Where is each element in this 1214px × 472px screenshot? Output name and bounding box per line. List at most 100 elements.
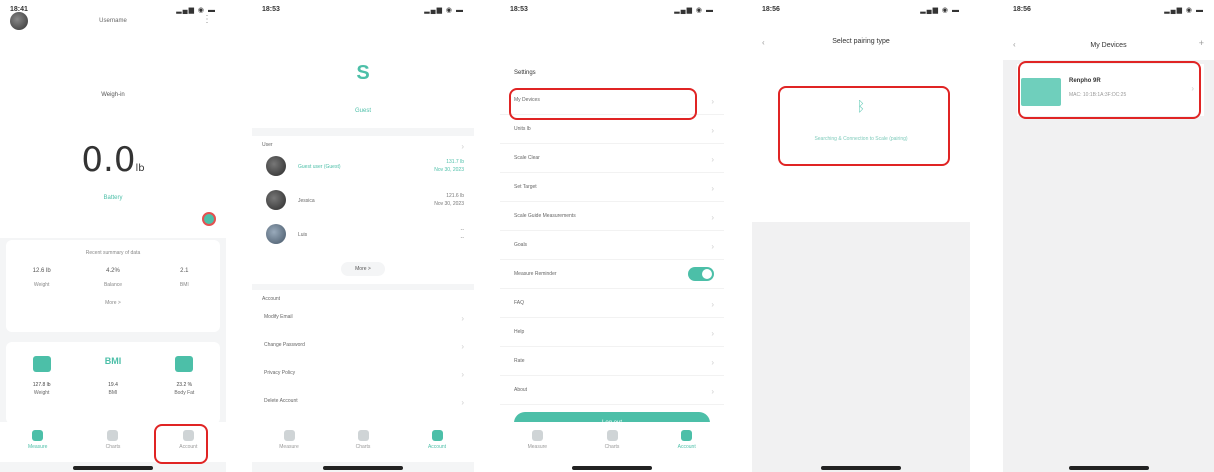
user-weight: 121.6 lb Nov 30, 2023 (434, 192, 464, 208)
user-row[interactable]: Luis -- -- (252, 216, 474, 250)
status-icons: ▂▄▆ ◉ ▬ (424, 7, 464, 14)
stat-label: Weight (33, 390, 50, 396)
summary-value: 2.1 (180, 268, 189, 274)
settings-item-help[interactable]: Help › (500, 318, 724, 347)
chevron-right-icon: › (461, 314, 464, 323)
settings-item-set-target[interactable]: Set Target › (500, 173, 724, 202)
settings-title: Settings (514, 70, 536, 76)
account-item-privacy-policy[interactable]: Privacy Policy › (252, 358, 474, 386)
settings-item-label: About (514, 387, 528, 393)
account-item-label: Change Password (264, 342, 305, 348)
home-indicator (323, 466, 403, 470)
page-title: Select pairing type (832, 38, 890, 45)
user-name: Jessica (298, 198, 315, 204)
tab-charts[interactable]: Charts (575, 422, 650, 462)
status-icons: ▂▄▆ ◉ ▬ (176, 7, 216, 14)
settings-item-label: Help (514, 329, 525, 335)
calendar-icon (175, 356, 194, 372)
chevron-right-icon: › (461, 370, 464, 379)
chevron-right-icon: › (461, 342, 464, 351)
highlight-pairing (778, 86, 950, 166)
edit-fab-icon[interactable] (202, 212, 216, 226)
tab-account[interactable]: Account (400, 422, 474, 462)
weight-unit: lb (135, 163, 145, 174)
account-item-change-password[interactable]: Change Password › (252, 330, 474, 358)
tab-label: Charts (604, 444, 620, 450)
user-name: Guest user (Guest) (298, 164, 341, 170)
account-title: Account (262, 296, 281, 302)
status-icons: ▂▄▆ ◉ ▬ (920, 7, 960, 14)
tab-label: Measure (27, 444, 48, 450)
settings-item-label: Set Target (514, 184, 537, 190)
screen-settings: 18:53 ▂▄▆ ◉ ▬ Settings My Devices › Units… (500, 0, 724, 472)
stat-value: 23.2 % (176, 382, 193, 388)
settings-item-label: Scale Clear (514, 155, 540, 161)
summary-card: Recent summary of data 12.6 lb Weight 4.2… (6, 240, 220, 332)
home-indicator (821, 466, 901, 470)
summary-value: 4.2% (106, 268, 120, 274)
settings-item-scale-guide[interactable]: Scale Guide Measurements › (500, 202, 724, 231)
settings-item-scale-clear[interactable]: Scale Clear › (500, 144, 724, 173)
chevron-right-icon: › (711, 97, 714, 106)
summary-more-link[interactable]: More > (6, 300, 220, 306)
home-header: 18:41 ▂▄▆ ◉ ▬ Username ⋮ Weigh-in 0.0lb … (0, 0, 226, 238)
user-date: Nov 30, 2023 (434, 167, 464, 173)
settings-item-about[interactable]: About › (500, 376, 724, 405)
chevron-right-icon: › (461, 398, 464, 407)
tab-label: Account (427, 444, 447, 450)
settings-item-rate[interactable]: Rate › (500, 347, 724, 376)
chevron-right-icon: › (711, 300, 714, 309)
summary-cell: 2.1 BMI (149, 268, 220, 288)
summary-cell: 12.6 lb Weight (6, 268, 77, 288)
chevron-right-icon: › (711, 387, 714, 396)
chevron-right-icon: › (711, 242, 714, 251)
tab-account[interactable]: Account (649, 422, 724, 462)
settings-item-label: Goals (514, 242, 528, 248)
summary-label: Balance (103, 282, 123, 288)
account-item-modify-email[interactable]: Modify Email › (252, 302, 474, 330)
tab-charts[interactable]: Charts (326, 422, 400, 462)
status-bar: 18:41 ▂▄▆ ◉ ▬ (8, 6, 218, 16)
account-item-label: Privacy Policy (264, 370, 296, 376)
chevron-right-icon: › (711, 213, 714, 222)
tab-measure[interactable]: Measure (0, 422, 75, 462)
account-section: Account Modify Email › Change Password › P… (252, 290, 474, 430)
account-item-delete-account[interactable]: Delete Account › (252, 386, 474, 414)
more-users-button[interactable]: More > (341, 262, 385, 276)
status-bar: 18:56 ▂▄▆ ◉ ▬ (760, 6, 962, 16)
user-row[interactable]: Jessica 121.6 lb Nov 30, 2023 (252, 182, 474, 216)
more-icon[interactable]: ⋮ (202, 14, 212, 25)
summary-label: Weight (33, 282, 50, 288)
user-weight-value: 131.7 lb (446, 159, 464, 165)
settings-item-faq[interactable]: FAQ › (500, 289, 724, 318)
tab-measure[interactable]: Measure (500, 422, 575, 462)
app-logo-icon: S (356, 62, 370, 84)
settings-item-label: Units lb (514, 126, 531, 132)
status-bar: 18:56 ▂▄▆ ◉ ▬ (1011, 6, 1206, 16)
user-row[interactable]: Guest user (Guest) 131.7 lb Nov 30, 2023 (252, 148, 474, 182)
tab-bar: Measure Charts Account (252, 422, 474, 462)
stat-label: Body Fat (174, 390, 195, 396)
home-indicator (1068, 466, 1149, 470)
reminder-toggle[interactable] (688, 267, 714, 281)
summary-row: 12.6 lb Weight 4.2% Balance 2.1 BMI (6, 268, 220, 288)
user-date: -- (460, 235, 464, 241)
chevron-right-icon: › (711, 126, 714, 135)
stat-body-fat[interactable]: 23.2 % Body Fat (149, 342, 220, 424)
tab-measure[interactable]: Measure (252, 422, 326, 462)
add-icon[interactable]: + (1199, 38, 1204, 48)
tab-label: Charts (355, 444, 371, 450)
stat-weight[interactable]: 127.8 lb Weight (6, 342, 77, 424)
avatar (266, 190, 286, 210)
page-title: My Devices (1090, 42, 1127, 49)
settings-item-goals[interactable]: Goals › (500, 231, 724, 260)
tab-charts[interactable]: Charts (75, 422, 150, 462)
status-bar: 18:53 ▂▄▆ ◉ ▬ (508, 6, 716, 16)
stat-value: 127.8 lb (32, 382, 51, 388)
highlight-my-devices (509, 88, 697, 120)
screen-home: 18:41 ▂▄▆ ◉ ▬ Username ⋮ Weigh-in 0.0lb … (0, 0, 226, 472)
screen-account: 18:53 ▂▄▆ ◉ ▬ S Guest User › Guest user (… (252, 0, 474, 472)
stat-bmi[interactable]: BMI 19.4 BMI (77, 342, 148, 424)
summary-title: Recent summary of data (85, 250, 141, 256)
avatar (266, 224, 286, 244)
